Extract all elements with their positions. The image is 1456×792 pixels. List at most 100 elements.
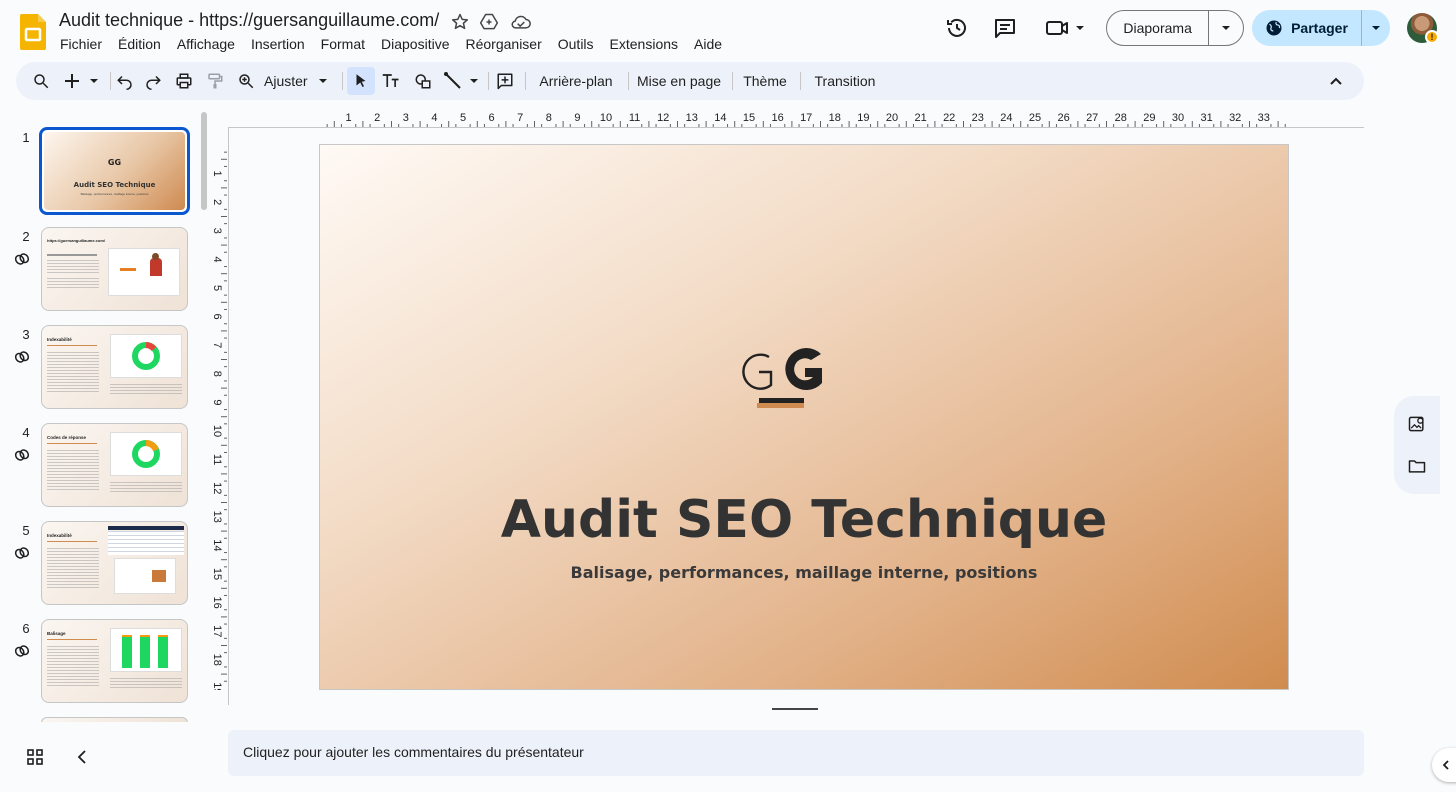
ruler-label: 29 [1143,112,1155,124]
menu-outils[interactable]: Outils [550,35,602,55]
menu-fichier[interactable]: Fichier [52,35,110,55]
ruler-label: 6 [489,112,495,124]
thumb-title: Indexabilité [47,533,72,538]
filmstrip-scrollbar[interactable] [201,112,207,210]
ruler-label: 23 [972,112,984,124]
slide-title[interactable]: Audit SEO Technique [320,490,1288,550]
history-icon[interactable] [945,16,969,40]
slide-number: 6 [22,621,30,636]
text-box-icon[interactable] [378,62,404,100]
ruler-label: 1 [211,171,223,177]
slide-thumbnail-5[interactable]: Indexabilité [41,521,188,605]
donut-chart-thumb [132,342,160,370]
cloud-saved-icon[interactable] [510,12,531,32]
line-icon[interactable] [442,62,482,100]
collapse-side-panel-button[interactable] [1432,748,1456,782]
thumb-title: Indexabilité [47,337,72,342]
slide-number: 2 [22,229,30,244]
ruler-label: 4 [211,256,223,262]
drive-move-icon[interactable] [479,12,499,32]
comments-icon[interactable] [993,16,1017,40]
search-icon[interactable] [28,62,54,100]
zoom-select[interactable]: Ajuster [264,62,336,100]
ruler-label: 7 [211,342,223,348]
print-icon[interactable] [171,62,197,100]
add-icon[interactable] [62,62,102,100]
chevron-down-icon[interactable] [1209,22,1243,34]
slides-logo-icon[interactable] [20,14,46,50]
ruler-label: 14 [714,112,726,124]
ruler-label: 6 [211,314,223,320]
ruler-label: 33 [1258,112,1270,124]
ruler-label: 12 [657,112,669,124]
vertical-ruler[interactable]: 12345678910111213141516171819 [208,145,228,690]
ruler-label: 21 [914,112,926,124]
menu-aide[interactable]: Aide [686,35,730,55]
ruler-label: 15 [211,568,223,580]
paint-format-icon[interactable] [202,62,228,100]
ruler-label: 11 [629,112,640,124]
speaker-notes[interactable]: Cliquez pour ajouter les commentaires du… [228,730,1364,776]
slide-canvas[interactable]: Audit SEO Technique Balisage, performanc… [319,144,1289,690]
ruler-label: 19 [211,682,223,690]
menu-format[interactable]: Format [313,35,373,55]
ruler-label: 18 [211,654,223,666]
star-icon[interactable] [450,12,470,32]
menu-reorganiser[interactable]: Réorganiser [457,35,549,55]
background-button[interactable]: Arrière-plan [530,62,622,100]
ruler-label: 22 [943,112,955,124]
slide-thumbnail-6[interactable]: Balisage [41,619,188,703]
slide-thumbnail-2[interactable]: https://guersanguillaume.com/ [41,227,188,311]
ruler-label: 8 [546,112,552,124]
slideshow-button[interactable]: Diaporama [1106,10,1244,46]
slide-thumbnail-4[interactable]: Codes de réponse [41,423,188,507]
chevron-down-icon[interactable] [1362,22,1390,34]
menu-insertion[interactable]: Insertion [243,35,313,55]
slide-subtitle[interactable]: Balisage, performances, maillage interne… [320,563,1288,582]
menu-extensions[interactable]: Extensions [602,35,686,55]
link-icon [13,446,31,464]
slide-thumbnail-1[interactable]: GG Audit SEO Technique Balisage, perform… [39,127,190,215]
ruler-label: 10 [211,425,223,437]
ruler-label: 31 [1200,112,1212,124]
slideshow-label[interactable]: Diaporama [1107,11,1210,45]
ruler-label: 13 [211,511,223,523]
shape-icon[interactable] [410,62,436,100]
slide-number: 3 [22,327,30,342]
chevron-down-icon [318,76,328,86]
chevron-left-icon[interactable] [72,746,94,768]
collapse-toolbar-icon[interactable] [1324,62,1348,100]
layout-button[interactable]: Mise en page [632,62,726,100]
folder-icon[interactable] [1407,456,1427,476]
thumb-title: Audit SEO Technique [73,181,156,189]
zoom-icon[interactable] [233,62,259,100]
ruler-label: 20 [886,112,898,124]
slide-thumbnail-3[interactable]: Indexabilité [41,325,188,409]
notes-resize-handle[interactable] [772,708,818,710]
zoom-label: Ajuster [264,73,308,89]
undo-icon[interactable] [112,62,138,100]
document-title[interactable]: Audit technique - https://guersanguillau… [59,10,439,31]
ruler-label: 2 [211,199,223,205]
menu-diapositive[interactable]: Diapositive [373,35,457,55]
slide-number: 5 [22,523,30,538]
menu-edition[interactable]: Édition [110,35,169,55]
meet-icon[interactable] [1045,16,1087,40]
redo-icon[interactable] [140,62,166,100]
transition-button[interactable]: Transition [806,62,884,100]
ruler-label: 16 [211,596,223,608]
image-search-icon[interactable] [1407,414,1427,434]
link-icon [13,642,31,660]
ruler-label: 18 [829,112,841,124]
ruler-label: 24 [1000,112,1012,124]
theme-button[interactable]: Thème [737,62,793,100]
ruler-label: 1 [346,112,352,124]
menu-affichage[interactable]: Affichage [169,35,243,55]
share-button[interactable]: Partager [1252,10,1390,46]
grid-view-icon[interactable] [24,746,46,768]
comment-add-icon[interactable] [492,62,518,100]
horizontal-ruler[interactable]: 1 2 3 4 5 6 7 8 9 10 11 12 13 14 15 16 17 18 19 20 21 22 23 24 2… [320,110,1290,128]
select-icon[interactable] [347,67,375,95]
ruler-label: 15 [743,112,755,124]
ruler-label: 28 [1115,112,1127,124]
